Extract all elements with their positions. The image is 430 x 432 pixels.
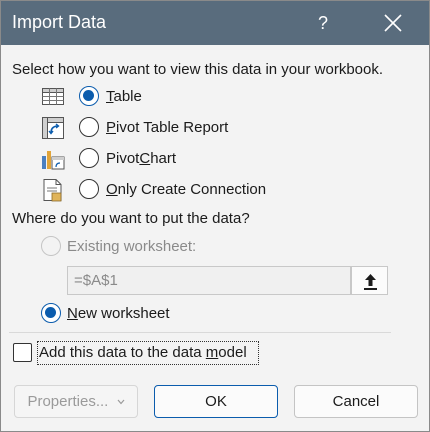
access-key: C	[139, 150, 151, 167]
title-bar[interactable]: Import Data ?	[1, 1, 429, 45]
label-prefix: Pivot	[106, 150, 140, 167]
table-icon	[41, 85, 65, 109]
import-data-dialog: Import Data ? Select how you want to vie…	[0, 0, 430, 432]
existing-ref-input[interactable]: =$A$1	[67, 266, 351, 295]
label-rest: nly Create Connection	[117, 181, 267, 198]
access-key: T	[106, 88, 114, 105]
access-key: O	[106, 181, 118, 198]
access-key: m	[205, 344, 219, 361]
radio-new-worksheet[interactable]	[41, 303, 61, 323]
section-divider	[9, 332, 391, 333]
help-button[interactable]: ?	[307, 7, 339, 39]
pivot-table-icon	[41, 116, 65, 140]
range-select-button[interactable]	[351, 266, 388, 295]
view-heading: Select how you want to view this data in…	[12, 61, 384, 78]
cancel-button[interactable]: Cancel	[294, 385, 418, 418]
access-key: P	[106, 119, 117, 136]
connection-icon	[41, 178, 65, 202]
ok-button[interactable]: OK	[154, 385, 278, 418]
new-worksheet-label[interactable]: New worksheet	[67, 305, 170, 322]
dialog-title: Import Data	[12, 12, 107, 32]
pivot-chart-icon	[41, 147, 65, 171]
close-button[interactable]	[377, 7, 409, 39]
radio-only-connection[interactable]	[79, 179, 99, 199]
access-key: N	[67, 305, 78, 322]
label-rest: ew worksheet	[77, 305, 170, 322]
location-heading: Where do you want to put the data?	[12, 210, 250, 227]
label-rest: odel	[218, 344, 247, 361]
close-icon	[384, 14, 402, 32]
option-only-connection-label[interactable]: Only Create Connection	[106, 181, 266, 198]
radio-table[interactable]	[79, 86, 99, 106]
properties-button[interactable]: Properties...	[14, 385, 138, 418]
option-table-label[interactable]: Table	[106, 88, 142, 105]
existing-worksheet-label: Existing worksheet:	[67, 238, 197, 255]
label-rest: ivot Table Report	[116, 119, 229, 136]
dropdown-arrow-icon	[117, 399, 124, 405]
data-model-checkbox[interactable]	[13, 343, 32, 362]
option-pivot-chart-label[interactable]: PivotChart	[106, 150, 176, 167]
option-pivot-table-label[interactable]: Pivot Table Report	[106, 119, 228, 136]
radio-pivot-table[interactable]	[79, 117, 99, 137]
data-model-label[interactable]: Add this data to the data model	[39, 344, 247, 361]
radio-pivot-chart[interactable]	[79, 148, 99, 168]
label-prefix: Add this data to the data	[39, 344, 206, 361]
label-rest: able	[113, 88, 142, 105]
label-rest: hart	[150, 150, 177, 167]
properties-label: Properties...	[27, 393, 109, 410]
collapse-dialog-icon	[364, 274, 377, 290]
radio-existing-worksheet[interactable]	[41, 236, 61, 256]
